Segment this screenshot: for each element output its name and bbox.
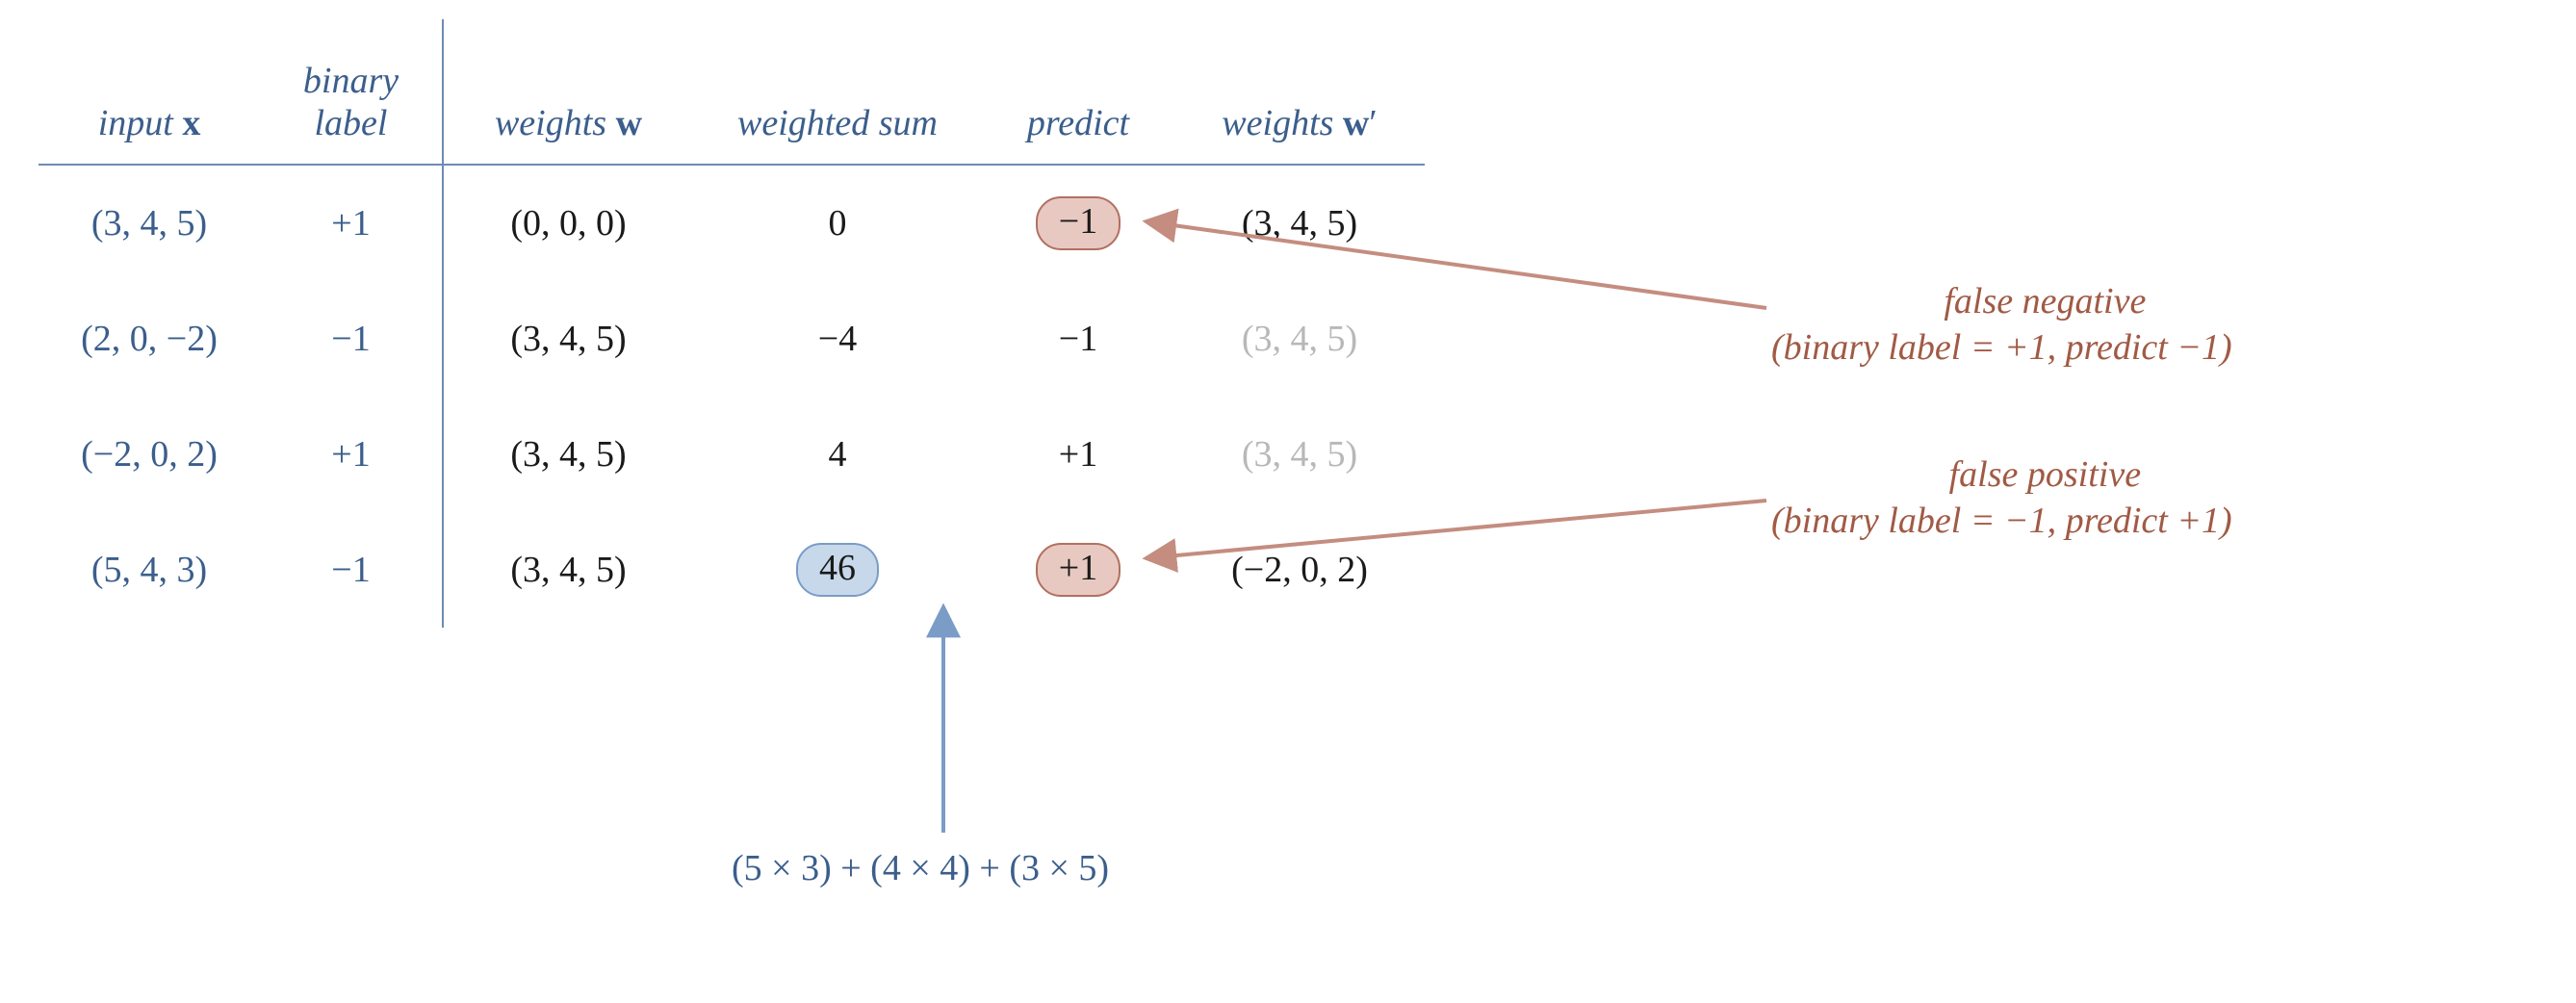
cell-weights: (3, 4, 5) xyxy=(443,281,693,397)
cell-input: (3, 4, 5) xyxy=(39,165,260,281)
col-input-sym: x xyxy=(182,103,200,143)
table-row: (−2, 0, 2) +1 (3, 4, 5) 4 +1 (3, 4, 5) xyxy=(39,397,1425,512)
annotation-fn-title: false negative xyxy=(1858,279,2232,325)
cell-weights: (0, 0, 0) xyxy=(443,165,693,281)
cell-label: +1 xyxy=(260,165,443,281)
col-weights-prime: weights w′ xyxy=(1174,19,1425,165)
cell-wsum: −4 xyxy=(693,281,982,397)
cell-wprime: (3, 4, 5) xyxy=(1174,281,1425,397)
predict-error-pill: −1 xyxy=(1036,196,1121,250)
col-weights: weights w xyxy=(443,19,693,165)
cell-predict: −1 xyxy=(982,281,1174,397)
cell-predict: +1 xyxy=(982,512,1174,628)
cell-label: +1 xyxy=(260,397,443,512)
cell-input: (5, 4, 3) xyxy=(39,512,260,628)
cell-wsum: 4 xyxy=(693,397,982,512)
weighted-sum-formula: (5 × 3) + (4 × 4) + (3 × 5) xyxy=(732,847,1109,889)
perceptron-table: input x binary label weights w weighted … xyxy=(39,19,1425,628)
cell-wprime: (−2, 0, 2) xyxy=(1174,512,1425,628)
predict-error-pill: +1 xyxy=(1036,543,1121,597)
table-row: (2, 0, −2) −1 (3, 4, 5) −4 −1 (3, 4, 5) xyxy=(39,281,1425,397)
table-row: (5, 4, 3) −1 (3, 4, 5) 46 +1 (−2, 0, 2) xyxy=(39,512,1425,628)
cell-label: −1 xyxy=(260,512,443,628)
col-binary-label: binary label xyxy=(260,19,443,165)
cell-wprime: (3, 4, 5) xyxy=(1174,397,1425,512)
wsum-callout-pill: 46 xyxy=(796,543,879,597)
cell-wprime: (3, 4, 5) xyxy=(1174,165,1425,281)
col-weights-label: weights xyxy=(495,103,616,143)
col-binary-l1: binary xyxy=(287,60,415,102)
col-weights2-prime: ′ xyxy=(1369,103,1377,143)
cell-wsum: 0 xyxy=(693,165,982,281)
cell-wsum: 46 xyxy=(693,512,982,628)
annotation-fn-detail: (binary label = +1, predict −1) xyxy=(1771,325,2232,372)
annotation-fp-detail: (binary label = −1, predict +1) xyxy=(1771,499,2232,545)
cell-input: (−2, 0, 2) xyxy=(39,397,260,512)
col-wsum: weighted sum xyxy=(693,19,982,165)
col-predict: predict xyxy=(982,19,1174,165)
diagram-root: input x binary label weights w weighted … xyxy=(0,0,2576,1003)
table-row: (3, 4, 5) +1 (0, 0, 0) 0 −1 (3, 4, 5) xyxy=(39,165,1425,281)
annotation-false-positive: false positive (binary label = −1, predi… xyxy=(1771,452,2232,544)
col-weights2-label: weights xyxy=(1222,103,1343,143)
cell-predict: +1 xyxy=(982,397,1174,512)
col-input: input x xyxy=(39,19,260,165)
col-weights2-sym: w xyxy=(1343,103,1369,143)
col-weights-sym: w xyxy=(616,103,642,143)
annotation-false-negative: false negative (binary label = +1, predi… xyxy=(1771,279,2232,371)
cell-input: (2, 0, −2) xyxy=(39,281,260,397)
cell-label: −1 xyxy=(260,281,443,397)
annotation-fp-title: false positive xyxy=(1858,452,2232,499)
cell-predict: −1 xyxy=(982,165,1174,281)
col-binary-l2: label xyxy=(287,102,415,144)
table-header-row: input x binary label weights w weighted … xyxy=(39,19,1425,165)
col-input-label: input xyxy=(98,103,183,143)
cell-weights: (3, 4, 5) xyxy=(443,512,693,628)
cell-weights: (3, 4, 5) xyxy=(443,397,693,512)
